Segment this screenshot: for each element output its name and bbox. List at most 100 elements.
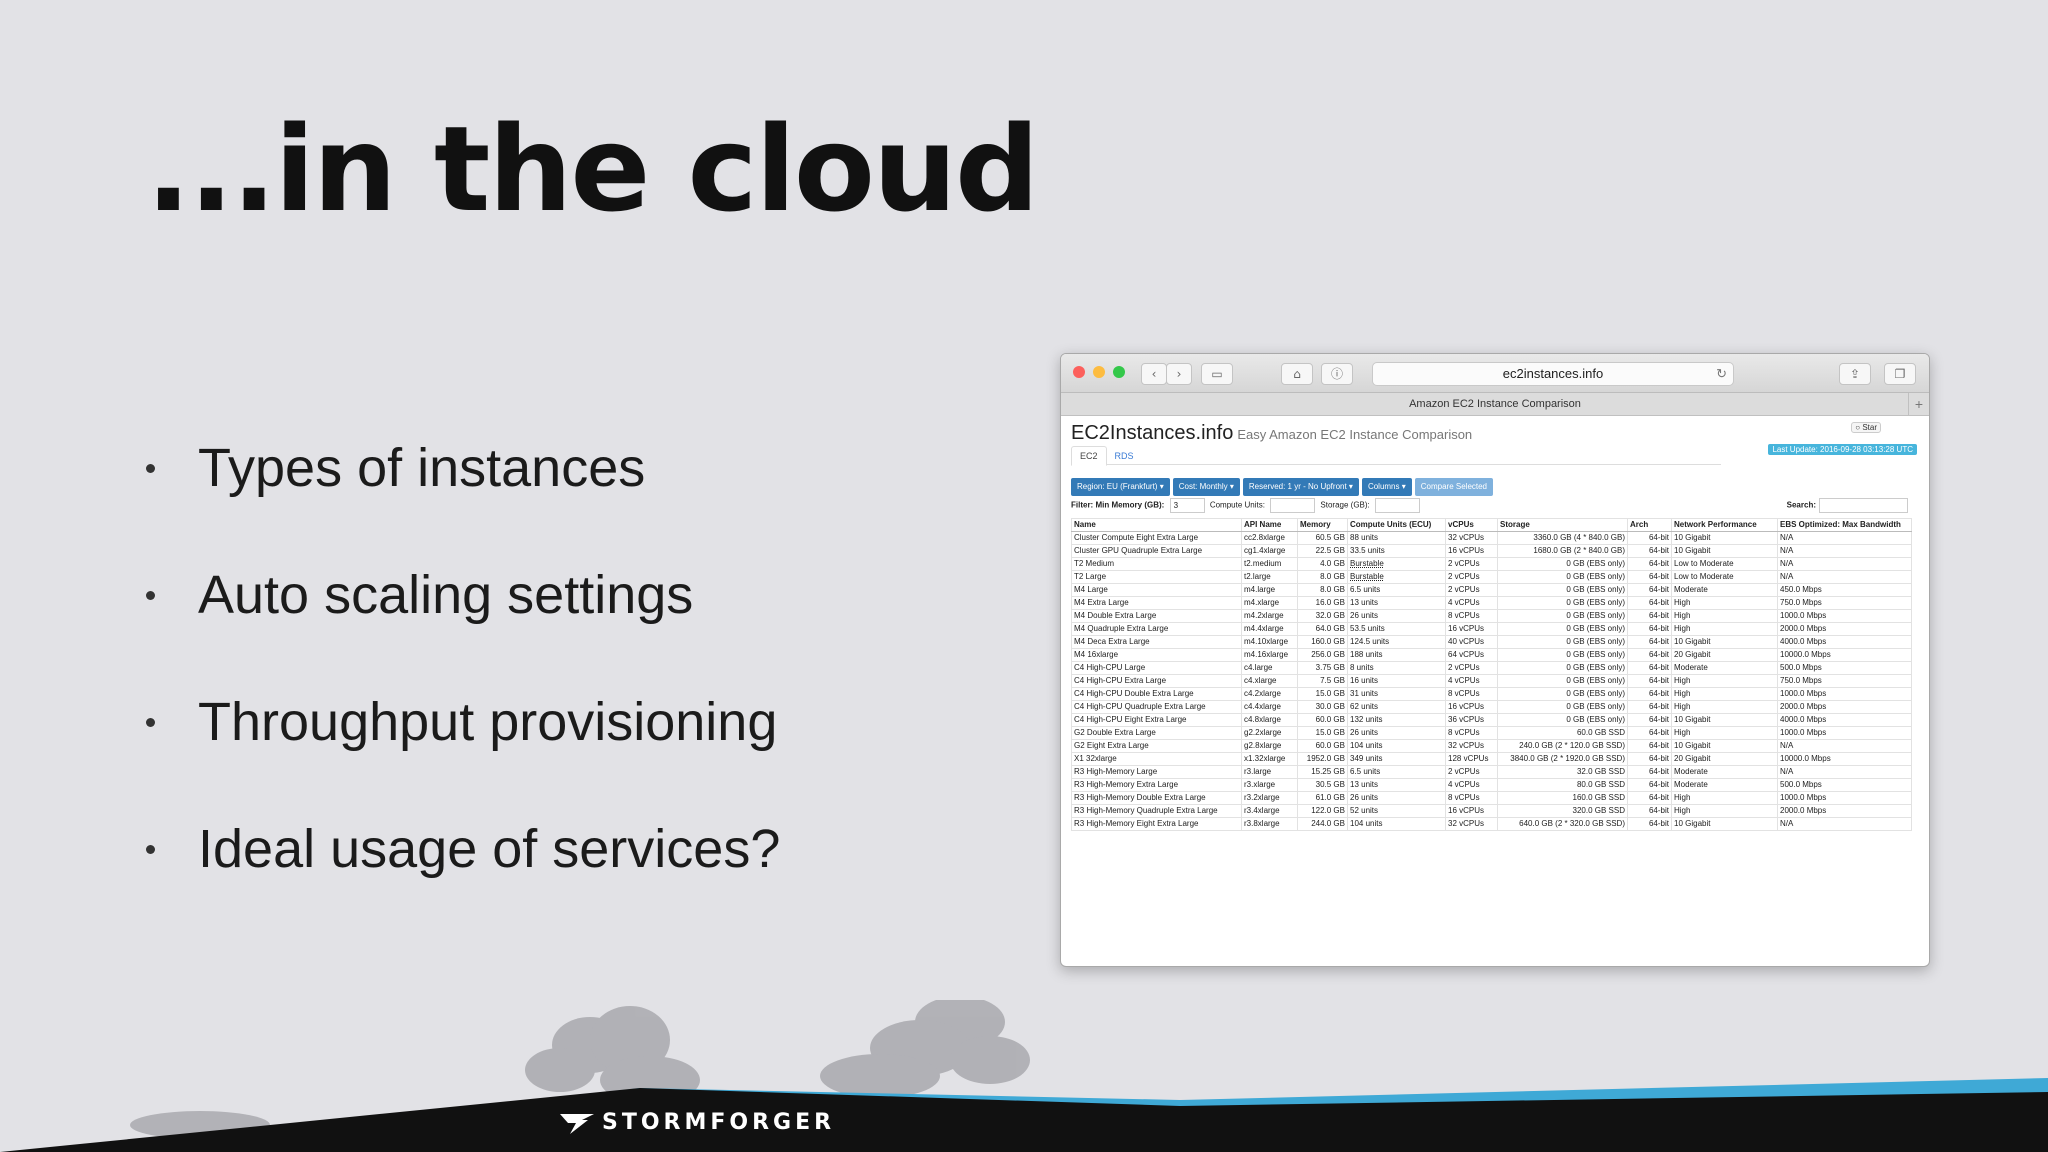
table-cell: C4 High-CPU Eight Extra Large bbox=[1071, 713, 1242, 727]
table-cell: 0 GB (EBS only) bbox=[1497, 661, 1628, 675]
table-cell: 10 Gigabit bbox=[1671, 544, 1778, 558]
column-header[interactable]: Arch bbox=[1627, 518, 1672, 532]
table-row[interactable]: X1 32xlarge x1.32xlarge 1952.0 GB 349 units… bbox=[1071, 752, 1912, 766]
sidebar-toggle-button[interactable]: ▭ bbox=[1201, 363, 1233, 385]
table-cell: N/A bbox=[1777, 570, 1912, 584]
tab-ec2[interactable]: EC2 bbox=[1071, 446, 1107, 466]
search-input[interactable] bbox=[1819, 498, 1908, 513]
github-star-button[interactable]: ○ Star bbox=[1851, 422, 1881, 433]
table-cell: 80.0 GB SSD bbox=[1497, 778, 1628, 792]
toolbar-buttons: Region: EU (Frankfurt) ▾ Cost: Monthly ▾ R… bbox=[1071, 476, 1496, 496]
new-tab-icon[interactable]: + bbox=[1908, 393, 1929, 415]
table-row[interactable]: T2 Medium t2.medium 4.0 GB Burstable 2 vCPUs… bbox=[1071, 557, 1912, 571]
table-header-row: Name API Name Memory Compute Units (ECU) vCP… bbox=[1071, 518, 1912, 532]
table-row[interactable]: C4 High-CPU Double Extra Large c4.2xlarge… bbox=[1071, 687, 1912, 701]
table-cell: 64-bit bbox=[1627, 817, 1672, 831]
table-cell: 2 vCPUs bbox=[1445, 765, 1498, 779]
table-cell: 16 vCPUs bbox=[1445, 544, 1498, 558]
table-cell: C4 High-CPU Extra Large bbox=[1071, 674, 1242, 688]
reload-icon[interactable]: ↻ bbox=[1716, 363, 1727, 385]
table-cell: m4.large bbox=[1241, 583, 1298, 597]
table-row[interactable]: C4 High-CPU Quadruple Extra Large c4.4xla… bbox=[1071, 700, 1912, 714]
search-group: Search: bbox=[1787, 498, 1911, 513]
table-cell: 2000.0 Mbps bbox=[1777, 804, 1912, 818]
minimize-window-icon[interactable] bbox=[1093, 366, 1105, 378]
table-cell: 53.5 units bbox=[1347, 622, 1446, 636]
compute-units-input[interactable] bbox=[1270, 498, 1316, 513]
table-cell: 64-bit bbox=[1627, 687, 1672, 701]
table-row[interactable]: M4 Double Extra Large m4.2xlarge 32.0 GB 26… bbox=[1071, 609, 1912, 623]
table-row[interactable]: R3 High-Memory Eight Extra Large r3.8xlar… bbox=[1071, 817, 1912, 831]
address-bar[interactable]: ec2instances.info ↻ bbox=[1372, 362, 1734, 386]
columns-dropdown[interactable]: Columns ▾ bbox=[1361, 478, 1412, 496]
table-cell: 3840.0 GB (2 * 1920.0 GB SSD) bbox=[1497, 752, 1628, 766]
table-row[interactable]: Cluster GPU Quadruple Extra Large cg1.4xl… bbox=[1071, 544, 1912, 558]
column-header[interactable]: EBS Optimized: Max Bandwidth bbox=[1777, 518, 1912, 532]
table-row[interactable]: R3 High-Memory Extra Large r3.xlarge 30.5 … bbox=[1071, 778, 1912, 792]
zoom-window-icon[interactable] bbox=[1113, 366, 1125, 378]
column-header[interactable]: Network Performance bbox=[1671, 518, 1778, 532]
table-row[interactable]: M4 Extra Large m4.xlarge 16.0 GB 13 units 4 … bbox=[1071, 596, 1912, 610]
table-cell: 64-bit bbox=[1627, 544, 1672, 558]
tabs-overview-button[interactable]: ❐ bbox=[1884, 363, 1916, 385]
column-header[interactable]: Storage bbox=[1497, 518, 1628, 532]
table-row[interactable]: G2 Double Extra Large g2.2xlarge 15.0 GB 26… bbox=[1071, 726, 1912, 740]
column-header[interactable]: Memory bbox=[1297, 518, 1348, 532]
table-cell: 2000.0 Mbps bbox=[1777, 700, 1912, 714]
column-header[interactable]: Name bbox=[1071, 518, 1242, 532]
close-window-icon[interactable] bbox=[1073, 366, 1085, 378]
table-row[interactable]: R3 High-Memory Double Extra Large r3.2xla… bbox=[1071, 791, 1912, 805]
forward-button[interactable]: › bbox=[1166, 363, 1192, 385]
table-cell: 128 vCPUs bbox=[1445, 752, 1498, 766]
table-row[interactable]: C4 High-CPU Extra Large c4.xlarge 7.5 GB 16… bbox=[1071, 674, 1912, 688]
region-dropdown[interactable]: Region: EU (Frankfurt) ▾ bbox=[1071, 478, 1170, 496]
share-button[interactable]: ⇪ bbox=[1839, 363, 1871, 385]
table-row[interactable]: M4 Deca Extra Large m4.10xlarge 160.0 GB 12… bbox=[1071, 635, 1912, 649]
table-row[interactable]: Cluster Compute Eight Extra Large cc2.8xl… bbox=[1071, 531, 1912, 545]
column-header[interactable]: Compute Units (ECU) bbox=[1347, 518, 1446, 532]
bullet-text: Auto scaling settings bbox=[198, 565, 694, 625]
table-row[interactable]: T2 Large t2.large 8.0 GB Burstable 2 vCPUs 0 … bbox=[1071, 570, 1912, 584]
table-cell: 4.0 GB bbox=[1297, 557, 1348, 571]
privacy-button[interactable]: ⓘ bbox=[1321, 363, 1353, 385]
table-cell: r3.large bbox=[1241, 765, 1298, 779]
table-row[interactable]: C4 High-CPU Eight Extra Large c4.8xlarge 6… bbox=[1071, 713, 1912, 727]
table-cell: c4.xlarge bbox=[1241, 674, 1298, 688]
table-cell: 640.0 GB (2 * 320.0 GB SSD) bbox=[1497, 817, 1628, 831]
storage-input[interactable] bbox=[1375, 498, 1421, 513]
table-row[interactable]: R3 High-Memory Large r3.large 15.25 GB 6.5 … bbox=[1071, 765, 1912, 779]
table-cell: 8 vCPUs bbox=[1445, 791, 1498, 805]
table-cell: Cluster Compute Eight Extra Large bbox=[1071, 531, 1242, 545]
back-button[interactable]: ‹ bbox=[1141, 363, 1167, 385]
bullet-item: Throughput provisioning bbox=[146, 690, 780, 817]
reserved-dropdown[interactable]: Reserved: 1 yr - No Upfront ▾ bbox=[1242, 478, 1359, 496]
column-header[interactable]: API Name bbox=[1241, 518, 1298, 532]
table-cell: 0 GB (EBS only) bbox=[1497, 583, 1628, 597]
table-cell: M4 Extra Large bbox=[1071, 596, 1242, 610]
table-cell: 500.0 Mbps bbox=[1777, 661, 1912, 675]
table-cell: 10000.0 Mbps bbox=[1777, 752, 1912, 766]
table-cell: 64-bit bbox=[1627, 700, 1672, 714]
table-cell: 0 GB (EBS only) bbox=[1497, 687, 1628, 701]
table-cell: 0 GB (EBS only) bbox=[1497, 674, 1628, 688]
table-row[interactable]: G2 Eight Extra Large g2.8xlarge 60.0 GB 104… bbox=[1071, 739, 1912, 753]
table-cell: 60.0 GB bbox=[1297, 713, 1348, 727]
home-button[interactable]: ⌂ bbox=[1281, 363, 1313, 385]
table-cell: Moderate bbox=[1671, 778, 1778, 792]
browser-tab[interactable]: Amazon EC2 Instance Comparison + bbox=[1061, 393, 1929, 416]
cost-dropdown[interactable]: Cost: Monthly ▾ bbox=[1172, 478, 1240, 496]
table-cell: 8 vCPUs bbox=[1445, 726, 1498, 740]
table-cell: 64-bit bbox=[1627, 557, 1672, 571]
table-row[interactable]: R3 High-Memory Quadruple Extra Large r3.4… bbox=[1071, 804, 1912, 818]
table-cell: 10 Gigabit bbox=[1671, 739, 1778, 753]
column-header[interactable]: vCPUs bbox=[1445, 518, 1498, 532]
table-cell: M4 Double Extra Large bbox=[1071, 609, 1242, 623]
table-cell: 124.5 units bbox=[1347, 635, 1446, 649]
table-row[interactable]: M4 Quadruple Extra Large m4.4xlarge 64.0 G… bbox=[1071, 622, 1912, 636]
compare-selected-button[interactable]: Compare Selected bbox=[1414, 478, 1494, 496]
table-row[interactable]: C4 High-CPU Large c4.large 3.75 GB 8 units 2… bbox=[1071, 661, 1912, 675]
min-memory-input[interactable]: 3 bbox=[1169, 498, 1205, 513]
table-row[interactable]: M4 Large m4.large 8.0 GB 6.5 units 2 vCPUs 0 … bbox=[1071, 583, 1912, 597]
table-row[interactable]: M4 16xlarge m4.16xlarge 256.0 GB 188 units 6… bbox=[1071, 648, 1912, 662]
tab-rds[interactable]: RDS bbox=[1107, 447, 1142, 465]
